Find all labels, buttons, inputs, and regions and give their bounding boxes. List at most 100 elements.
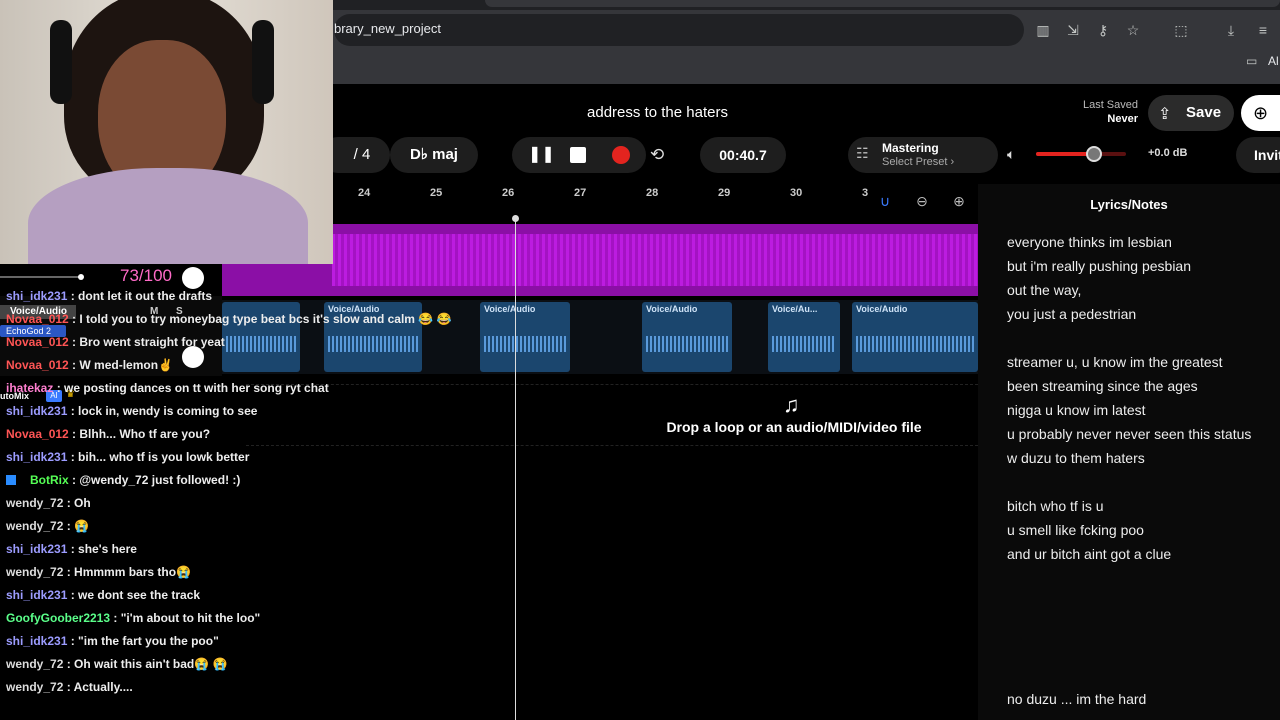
chat-username[interactable]: wendy_72 (6, 565, 63, 579)
download-icon[interactable]: ⤓ (1220, 19, 1242, 41)
snap-magnet-icon[interactable]: ∪ (875, 193, 895, 213)
audio-clip[interactable]: Voice/Au... (768, 302, 840, 372)
chat-username[interactable]: shi_idk231 (6, 450, 67, 464)
lyrics-line: and ur bitch aint got a clue (1007, 546, 1172, 562)
pause-icon[interactable]: ❚❚ (528, 137, 555, 173)
bookmark-star-icon[interactable]: ☆ (1122, 19, 1144, 41)
chat-username[interactable]: shi_idk231 (6, 634, 67, 648)
chat-text: : Oh wait this ain't bad😭 😭 (63, 657, 228, 671)
chat-text: : Actually.... (63, 680, 133, 694)
volume-slider-knob[interactable] (1085, 146, 1102, 162)
chat-text: : 😭 (63, 519, 89, 533)
project-title[interactable]: address to the haters (520, 104, 795, 121)
chat-username[interactable]: wendy_72 (6, 657, 63, 671)
bookmarks-label[interactable]: Al (1268, 54, 1279, 68)
key-icon[interactable]: ⚷ (1092, 19, 1114, 41)
volume-db: +0.0 dB (1148, 147, 1188, 159)
chat-text: : W med-lemon✌ (68, 358, 173, 372)
chat-username[interactable]: Novaa_012 (6, 358, 69, 372)
chat-text: : she's here (67, 542, 137, 556)
chat-text: : "im the fart you the poo" (67, 634, 219, 648)
lyrics-line: been streaming since the ages (1007, 378, 1198, 394)
zoom-out-icon[interactable]: ⊖ (912, 193, 932, 213)
pan-knob[interactable] (182, 267, 204, 289)
lyrics-last-line: no duzu ... im the hard (1007, 691, 1147, 707)
music-note-plus-icon: ♫ (783, 392, 800, 417)
chat-username[interactable]: GoofyGoober2213 (6, 611, 110, 625)
chat-text: : Oh (63, 496, 91, 510)
zoom-in-icon[interactable]: ⊕ (949, 193, 969, 213)
chat-message: shi_idk231 : she's here (6, 542, 137, 556)
extensions-icon[interactable]: ⬚ (1170, 19, 1192, 41)
chat-message: shi_idk231 : "im the fart you the poo" (6, 634, 219, 648)
audio-track-1[interactable] (222, 224, 978, 296)
chat-username[interactable]: Novaa_012 (6, 427, 69, 441)
audio-clip[interactable]: Voice/Audio (642, 302, 732, 372)
lyrics-line: but i'm really pushing pesbian (1007, 258, 1192, 274)
lyrics-line: u smell like fcking poo (1007, 522, 1144, 538)
chat-text: : I told you to try moneybag type beat b… (68, 312, 452, 326)
audio-clip[interactable]: Voice/Audio (852, 302, 978, 372)
ruler-mark: 30 (790, 187, 803, 199)
drop-zone[interactable] (246, 384, 978, 446)
lyrics-line: u probably never never seen this status (1007, 426, 1252, 442)
url-text[interactable]: brary_new_project (334, 21, 441, 36)
chat-username[interactable]: wendy_72 (6, 496, 63, 510)
chat-text: : @wendy_72 just followed! :) (68, 473, 241, 487)
playhead-handle[interactable] (512, 215, 519, 222)
chat-username[interactable]: ihatekaz (6, 381, 53, 395)
loop-icon[interactable]: ⟲ (650, 145, 676, 165)
install-app-icon[interactable]: ⇲ (1062, 19, 1084, 41)
invite-button[interactable]: Invit (1236, 137, 1280, 173)
ruler-mark: 26 (502, 187, 515, 199)
chat-username[interactable]: shi_idk231 (6, 289, 67, 303)
lyrics-line: you just a pedestrian (1007, 306, 1137, 322)
chat-message: BotRix : @wendy_72 just followed! :) (6, 473, 240, 487)
track-volume-slider[interactable] (0, 276, 82, 278)
chat-text: : Hmmmm bars tho😭 (63, 565, 191, 579)
lyrics-line: nigga u know im latest (1007, 402, 1146, 418)
chat-text: : Bro went straight for yeat (68, 335, 225, 349)
volume-icon[interactable]: 🔈︎ (1007, 146, 1027, 164)
publish-button[interactable]: ⊕ (1241, 95, 1280, 131)
record-icon[interactable] (612, 146, 630, 164)
chat-message: shi_idk231 : bih... who tf is you lowk b… (6, 450, 249, 464)
ruler-mark: 25 (430, 187, 443, 199)
clip-label: Voice/Audio (484, 304, 536, 314)
drop-zone-text: Drop a loop or an audio/MIDI/video file (666, 419, 922, 435)
chat-username[interactable]: wendy_72 (6, 519, 63, 533)
menu-icon[interactable]: ≡ (1252, 19, 1274, 41)
clip-waveform (484, 336, 566, 352)
track-volume-knob[interactable] (78, 274, 84, 280)
playhead[interactable] (515, 216, 516, 720)
chat-username[interactable]: shi_idk231 (6, 404, 67, 418)
track-2-pan-knob[interactable] (182, 346, 204, 368)
chat-message: wendy_72 : Hmmmm bars tho😭 (6, 565, 191, 579)
mastering-preset: Select Preset › (882, 156, 955, 168)
chat-username[interactable]: Novaa_012 (6, 312, 69, 326)
chat-text: : we dont see the track (67, 588, 201, 602)
clip-waveform (646, 336, 728, 352)
cloud-upload-icon: ⇪ (1158, 106, 1172, 123)
chat-username[interactable]: Novaa_012 (6, 335, 69, 349)
ruler-mark: 28 (646, 187, 659, 199)
stop-icon[interactable] (570, 147, 586, 163)
key-selector[interactable]: D♭ maj (390, 137, 478, 173)
chat-message: shi_idk231 : we dont see the track (6, 588, 200, 602)
clip-waveform (226, 336, 296, 352)
audio-clip[interactable]: Voice/Audio (480, 302, 570, 372)
chat-username[interactable]: wendy_72 (6, 680, 63, 694)
ruler-mark: 29 (718, 187, 731, 199)
headphone-right (252, 20, 274, 104)
active-tab[interactable] (485, 0, 1280, 7)
last-saved-value: Never (1107, 113, 1138, 125)
goal-counter: 73/100 (120, 266, 172, 285)
reader-mode-icon[interactable]: ▥ (1032, 19, 1054, 41)
chat-username[interactable]: BotRix (30, 473, 69, 487)
chat-username[interactable]: shi_idk231 (6, 542, 67, 556)
chat-username[interactable]: shi_idk231 (6, 588, 67, 602)
chat-message: GoofyGoober2213 : "i'm about to hit the … (6, 611, 260, 625)
lyrics-line: w duzu to them haters (1007, 450, 1145, 466)
chat-text: : bih... who tf is you lowk better (67, 450, 250, 464)
mastering-title: Mastering (882, 141, 939, 155)
